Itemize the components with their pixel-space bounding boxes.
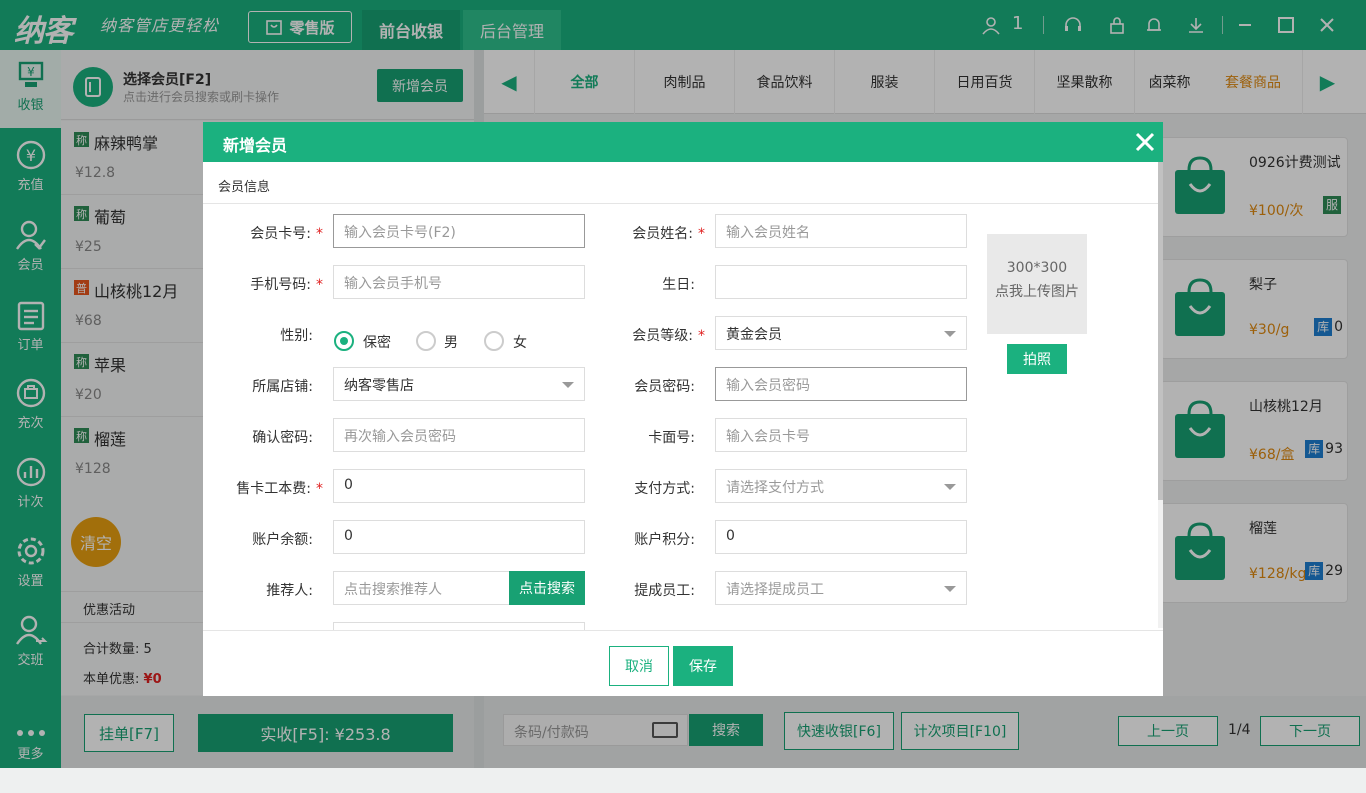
photo-upload-hint: 点我上传图片 [995, 284, 1079, 300]
points-input[interactable]: 0 [715, 520, 967, 554]
card-face-label: 卡面号: [648, 430, 695, 446]
referrer-input[interactable]: 点击搜索推荐人 [333, 571, 511, 605]
birthday-input[interactable] [715, 265, 967, 299]
card-fee-input[interactable]: 0 [333, 469, 585, 503]
photo-size-text: 300*300 [1006, 260, 1068, 276]
chevron-down-icon [944, 484, 956, 490]
points-label: 账户积分: [634, 532, 695, 548]
member-password-label: 会员密码: [634, 379, 695, 395]
member-level-select[interactable]: 黄金会员 [715, 316, 967, 350]
card-no-input[interactable]: 输入会员卡号(F2) [333, 214, 585, 248]
close-icon[interactable] [1133, 130, 1157, 154]
pay-method-label: 支付方式: [634, 481, 695, 497]
staff-select[interactable]: 请选择提成员工 [715, 571, 967, 605]
search-referrer-button[interactable]: 点击搜索 [509, 571, 585, 605]
gender-option-label: 保密 [363, 335, 391, 351]
balance-input[interactable]: 0 [333, 520, 585, 554]
section-title: 会员信息 [218, 180, 271, 195]
member-name-input[interactable]: 输入会员姓名 [715, 214, 967, 248]
new-member-dialog: 新增会员 会员信息 会员卡号: * 输入会员卡号(F2) 会员姓名: * 输入会员姓… [203, 122, 1163, 696]
pay-method-select[interactable]: 请选择支付方式 [715, 469, 967, 503]
card-face-input[interactable]: 输入会员卡号 [715, 418, 967, 452]
card-no-label: 会员卡号: * [250, 226, 323, 242]
member-password-input[interactable]: 输入会员密码 [715, 367, 967, 401]
birthday-label: 生日: [662, 277, 695, 293]
dialog-title: 新增会员 [223, 136, 288, 155]
upload-photo-box[interactable]: 300*300 点我上传图片 [987, 234, 1087, 334]
chevron-down-icon [944, 586, 956, 592]
member-level-label: 会员等级: * [632, 328, 705, 344]
chevron-down-icon [944, 331, 956, 337]
gender-option-label: 男 [444, 335, 458, 351]
next-row-input[interactable] [333, 622, 585, 630]
save-button[interactable]: 保存 [673, 646, 733, 686]
dialog-header: 新增会员 [203, 122, 1163, 162]
store-select[interactable]: 纳客零售店 [333, 367, 585, 401]
phone-label: 手机号码: * [250, 277, 323, 293]
gender-radio-female[interactable] [484, 331, 504, 351]
scrollbar-thumb[interactable] [1158, 162, 1163, 500]
gender-radio-male[interactable] [416, 331, 436, 351]
cancel-button[interactable]: 取消 [609, 646, 669, 686]
confirm-password-label: 确认密码: [252, 430, 313, 446]
store-label: 所属店铺: [252, 379, 313, 395]
phone-input[interactable]: 输入会员手机号 [333, 265, 585, 299]
referrer-label: 推荐人: [266, 583, 313, 599]
gender-label: 性别: [280, 328, 313, 344]
confirm-password-input[interactable]: 再次输入会员密码 [333, 418, 585, 452]
form-scrollbar[interactable] [1158, 162, 1163, 628]
balance-label: 账户余额: [252, 532, 313, 548]
card-fee-label: 售卡工本费: * [236, 481, 323, 497]
staff-label: 提成员工: [634, 583, 695, 599]
gender-option-label: 女 [513, 335, 527, 351]
member-name-label: 会员姓名: * [632, 226, 705, 242]
gender-radio-secret[interactable] [334, 331, 354, 351]
chevron-down-icon [562, 382, 574, 388]
take-photo-button[interactable]: 拍照 [1007, 344, 1067, 374]
